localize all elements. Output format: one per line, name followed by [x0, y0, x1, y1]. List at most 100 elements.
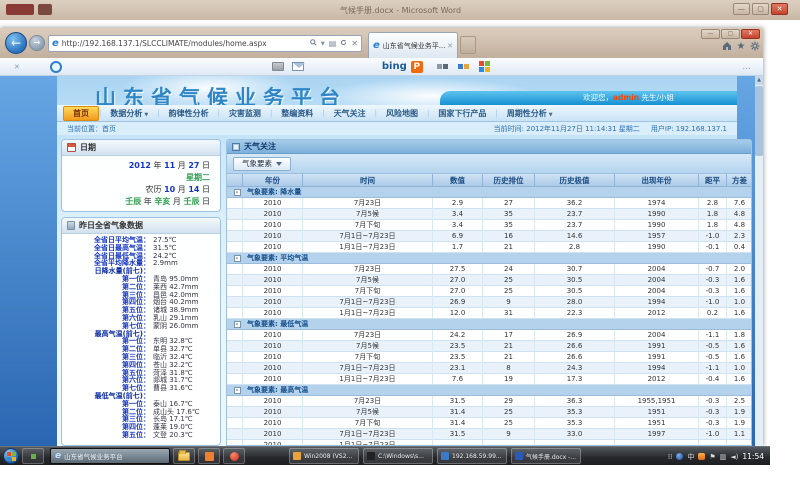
table-row[interactable]: 20107月5候3.43523.719901.84.8 [227, 209, 751, 220]
collapse-icon[interactable]: - [234, 387, 241, 394]
stop-icon[interactable]: ✕ [351, 39, 358, 48]
table-row[interactable]: 20107月下旬3.43523.719901.84.8 [227, 220, 751, 231]
ie-logo-icon: e [52, 38, 59, 49]
taskbar-window-1[interactable]: Win2008 (VS2... [289, 448, 359, 464]
collapse-icon[interactable]: - [234, 255, 241, 262]
taskbar-app-orange[interactable] [198, 448, 220, 464]
row-expand-cell [227, 396, 243, 407]
antivirus-icon[interactable] [698, 453, 705, 460]
instrument-icon [67, 221, 75, 230]
nav-item-9[interactable]: 周期性分析▼ [498, 107, 562, 120]
table-row[interactable]: 20107月下旬23.52126.61991-0.51.6 [227, 352, 751, 363]
word-maximize-button[interactable]: ▢ [752, 3, 769, 15]
tab-favicon: e [373, 40, 380, 51]
new-tab-button[interactable] [460, 36, 476, 54]
word-minimize-button[interactable]: — [733, 3, 750, 15]
group-row[interactable]: -气象要素: 平均气温 [227, 253, 751, 264]
nav-item-5[interactable]: 整编资料 [272, 107, 322, 120]
start-button[interactable] [3, 448, 19, 464]
nav-item-1[interactable]: 首页 [63, 106, 99, 121]
nav-item-4[interactable]: 灾害监测 [220, 107, 270, 120]
cell-extreme: 2.8 [535, 242, 615, 253]
nav-item-6[interactable]: 天气关注 [325, 107, 375, 120]
autocomplete-arrow-icon[interactable]: ▼ [321, 41, 325, 47]
taskbar-media-app[interactable] [223, 448, 245, 464]
search-icon[interactable] [310, 39, 317, 48]
table-row[interactable]: 20101月1日~7月23日12.03122.320120.21.6 [227, 308, 751, 319]
taskbar-pinned-app[interactable] [22, 448, 44, 464]
weather-line-26: 第五位：文登 20.3℃ [62, 432, 218, 440]
table-row[interactable]: 20107月1日~7月23日23.1824.31994-1.11.0 [227, 363, 751, 374]
address-url[interactable]: http://192.168.137.1/SLCCLIMATE/modules/… [62, 39, 306, 48]
row-expand-cell [227, 418, 243, 429]
close-toolbar-icon[interactable]: ✕ [14, 63, 20, 71]
table-row[interactable]: 20107月下旬27.02530.52004-0.31.6 [227, 286, 751, 297]
compatibility-icon[interactable]: ▤ [329, 39, 337, 48]
scrollbar-up-arrow[interactable]: ▲ [755, 76, 763, 85]
taskbar-ie-window[interactable]: e 山东省气候业务平台 [50, 448, 170, 464]
tab-close-icon[interactable]: ✕ [447, 42, 453, 50]
nav-item-3[interactable]: 韵律性分析 [160, 107, 218, 120]
forward-button[interactable]: → [29, 35, 45, 51]
ie-close-button[interactable]: ✕ [741, 29, 760, 39]
tools-gear-icon[interactable] [749, 41, 761, 53]
taskbar-window-2[interactable]: C:\Windows\s... [363, 448, 433, 464]
taskbar-clock[interactable]: 11:54 [742, 452, 764, 461]
row-expand-cell [227, 264, 243, 275]
tray-overflow-icon[interactable]: ⁞⁞ [668, 453, 672, 461]
table-row[interactable]: 20107月23日31.52936.31955,1951-0.32.5 [227, 396, 751, 407]
element-filter-button[interactable]: 气象要素 [233, 157, 291, 171]
windows-flag-icon [7, 452, 11, 456]
table-row[interactable]: 20107月1日~7月23日31.5933.01997-1.01.1 [227, 429, 751, 440]
collapse-icon[interactable]: - [234, 189, 241, 196]
table-row[interactable]: 20107月23日24.21726.92004-1.11.8 [227, 330, 751, 341]
bing-logo[interactable]: bing [382, 61, 407, 72]
panel-grid-icon [232, 143, 240, 151]
cell-time: 7月1日~7月23日 [303, 297, 433, 308]
nav-item-2[interactable]: 数据分析▼ [101, 107, 157, 120]
favorites-star-icon[interactable]: ★ [735, 41, 747, 53]
bing-badge[interactable]: P [411, 61, 423, 73]
mail-icon[interactable] [292, 62, 304, 71]
compass-icon[interactable] [50, 61, 62, 73]
scrollbar-thumb[interactable] [755, 86, 763, 156]
table-row[interactable]: 20101月1日~7月23日7.61917.32012-0.41.6 [227, 374, 751, 385]
taskbar-explorer[interactable] [173, 448, 195, 464]
collapse-icon[interactable]: - [234, 321, 241, 328]
network-globe-icon[interactable] [676, 453, 683, 460]
table-row[interactable]: 20107月1日~7月23日26.9928.01994-1.01.0 [227, 297, 751, 308]
table-row[interactable]: 20107月5候31.42535.31951-0.31.9 [227, 407, 751, 418]
camera-icon[interactable] [437, 64, 448, 69]
table-row[interactable]: 20107月23日2.92736.219742.87.6 [227, 198, 751, 209]
table-row[interactable]: 20101月1日~7月23日1.7212.81990-0.10.4 [227, 242, 751, 253]
group-row[interactable]: -气象要素: 最高气温 [227, 385, 751, 396]
ime-icon[interactable]: 中 [687, 452, 694, 462]
group-row[interactable]: -气象要素: 最低气温 [227, 319, 751, 330]
group-row[interactable]: -气象要素: 降水量 [227, 187, 751, 198]
refresh-icon[interactable] [340, 39, 347, 48]
launcher-icon[interactable] [458, 64, 469, 69]
action-center-flag-icon[interactable]: ⚑ [709, 453, 715, 461]
table-row[interactable]: 20107月5候23.52126.61991-0.51.6 [227, 341, 751, 352]
ie-minimize-button[interactable]: — [701, 29, 720, 39]
address-bar[interactable]: e http://192.168.137.1/SLCCLIMATE/module… [48, 35, 362, 52]
back-button[interactable]: ← [5, 32, 27, 54]
browser-tab[interactable]: e 山东省气候业务平... ✕ [368, 32, 458, 58]
apps-grid-icon[interactable] [479, 61, 490, 72]
nav-item-8[interactable]: 国家下行产品 [429, 107, 495, 120]
home-icon[interactable] [721, 41, 733, 53]
volume-icon[interactable]: ◄) [730, 453, 738, 461]
overflow-ellipsis[interactable]: ... [742, 62, 751, 72]
card-reader-icon[interactable] [272, 62, 284, 71]
taskbar-window-4[interactable]: 气候手册.docx -... [511, 448, 581, 464]
table-row[interactable]: 20107月1日~7月23日6.91614.61957-1.02.3 [227, 231, 751, 242]
taskbar-window-3[interactable]: 192.168.59.99... [437, 448, 507, 464]
page-scrollbar[interactable]: ▲ [755, 76, 763, 446]
nav-item-7[interactable]: 风险地图 [377, 107, 427, 120]
word-close-button[interactable]: ✕ [771, 3, 788, 15]
table-row[interactable]: 20107月23日27.52430.72004-0.72.0 [227, 264, 751, 275]
ie-maximize-button[interactable]: ▢ [721, 29, 740, 39]
table-row[interactable]: 20107月下旬31.42535.31951-0.31.9 [227, 418, 751, 429]
network-icon[interactable]: ▥ [720, 453, 727, 461]
table-row[interactable]: 20107月5候27.02530.52004-0.31.6 [227, 275, 751, 286]
